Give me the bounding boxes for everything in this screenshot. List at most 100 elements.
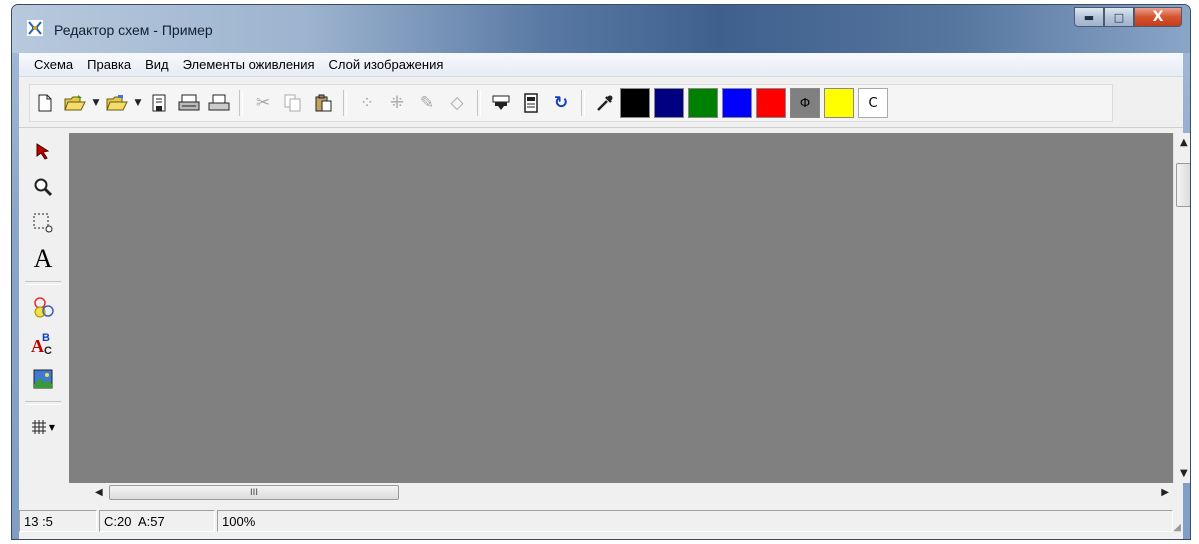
scroll-grip: III xyxy=(250,487,258,498)
format-painter-button[interactable]: ✎ xyxy=(412,89,442,117)
properties-button[interactable] xyxy=(486,89,516,117)
menu-view[interactable]: Вид xyxy=(138,57,176,72)
open-dropdown-button[interactable]: ▼ xyxy=(90,89,102,117)
save-icon xyxy=(152,94,166,112)
tools-separator xyxy=(25,281,61,285)
scroll-right-icon[interactable]: ▶ xyxy=(1161,487,1169,498)
paste-button[interactable] xyxy=(308,89,338,117)
menu-image-layer[interactable]: Слой изображения xyxy=(322,57,451,72)
open-file-button[interactable] xyxy=(60,89,90,117)
chevron-down-icon: ▼ xyxy=(92,98,100,108)
grid-tool[interactable]: ▼ xyxy=(24,409,62,445)
group-button[interactable]: ⁘ xyxy=(352,89,382,117)
text-style-tool[interactable]: ABC xyxy=(24,325,62,361)
toolbar-separator xyxy=(581,90,585,116)
title-bar[interactable]: Редактор схем - Пример ▬ □ X xyxy=(12,5,1190,53)
color-swatch-navy[interactable] xyxy=(654,88,684,118)
svg-text:C: C xyxy=(44,345,52,356)
ungroup-button[interactable]: ⁜ xyxy=(382,89,412,117)
toolbar-separator xyxy=(239,90,243,116)
save-button[interactable] xyxy=(144,89,174,117)
color-swatch-red[interactable] xyxy=(756,88,786,118)
eyedropper-button[interactable] xyxy=(590,89,620,117)
color-swatch-yellow[interactable] xyxy=(824,88,854,118)
select-tool[interactable] xyxy=(24,133,62,169)
open-folder-button[interactable] xyxy=(102,89,132,117)
vertical-scroll-thumb[interactable] xyxy=(1176,163,1190,207)
zoom-text: 100% xyxy=(222,513,256,529)
new-file-icon xyxy=(38,94,52,112)
image-tool[interactable] xyxy=(24,361,62,397)
cut-button[interactable]: ✂ xyxy=(248,89,278,117)
open-folder-icon xyxy=(64,95,86,111)
color-swatch-blue[interactable] xyxy=(722,88,752,118)
menu-bar: Схема Правка Вид Элементы оживления Слой… xyxy=(19,53,1183,77)
marquee-select-icon xyxy=(33,213,53,233)
brush-icon: ✎ xyxy=(419,93,435,113)
app-window: Редактор схем - Пример ▬ □ X Схема Правк… xyxy=(11,4,1191,540)
current-color-label: C xyxy=(868,95,878,111)
refresh-icon: ↻ xyxy=(553,93,569,113)
minimize-button[interactable]: ▬ xyxy=(1074,7,1104,27)
status-bar: 13 :5 C:20 A:57 100% ◢ xyxy=(19,507,1183,535)
document-button[interactable] xyxy=(516,89,546,117)
chevron-down-icon: ▼ xyxy=(134,98,142,108)
app-icon xyxy=(27,20,43,36)
toolbar-strip: ▼ ▼ ✂ ⁘ ⁜ ✎ ◇ ↻ Ф C xyxy=(29,84,1113,122)
folder-icon xyxy=(106,95,128,111)
region-select-tool[interactable] xyxy=(24,205,62,241)
status-coordinates: 13 :5 xyxy=(19,510,97,532)
shapes-tool[interactable] xyxy=(24,289,62,325)
chevron-down-icon: ▼ xyxy=(48,422,56,432)
menu-edit[interactable]: Правка xyxy=(80,57,138,72)
close-button[interactable]: X xyxy=(1134,7,1182,27)
copy-button[interactable] xyxy=(278,89,308,117)
printer-icon xyxy=(208,94,230,111)
menu-animation-elements[interactable]: Элементы оживления xyxy=(176,57,322,72)
resize-grip-icon[interactable]: ◢ xyxy=(1173,522,1181,533)
paste-icon xyxy=(315,94,332,112)
print-button[interactable] xyxy=(204,89,234,117)
maximize-button[interactable]: □ xyxy=(1104,7,1134,27)
client-area: Схема Правка Вид Элементы оживления Слой… xyxy=(19,53,1190,539)
layers-icon xyxy=(492,95,510,110)
status-zoom: 100% xyxy=(217,510,1173,532)
coordinates-text: 13 :5 xyxy=(24,513,53,529)
menu-scheme[interactable]: Схема xyxy=(27,57,80,72)
copy-icon xyxy=(284,94,301,112)
drawing-canvas[interactable] xyxy=(69,133,1173,483)
toolbar-separator xyxy=(477,90,481,116)
scissors-icon: ✂ xyxy=(255,93,271,113)
eraser-icon: ◇ xyxy=(450,93,464,113)
shapes-icon xyxy=(34,297,54,318)
new-file-button[interactable] xyxy=(30,89,60,117)
print-setup-button[interactable] xyxy=(174,89,204,117)
folder-dropdown-button[interactable]: ▼ xyxy=(132,89,144,117)
eraser-button[interactable]: ◇ xyxy=(442,89,472,117)
current-color-swatch[interactable]: C xyxy=(858,88,888,118)
horizontal-scrollbar[interactable]: ◀ III ▶ xyxy=(69,483,1173,503)
document-icon xyxy=(524,93,538,113)
background-color-swatch[interactable]: Ф xyxy=(790,88,820,118)
vertical-scrollbar[interactable]: ▲ ▼ xyxy=(1173,133,1190,483)
scroll-up-icon[interactable]: ▲ xyxy=(1180,137,1188,148)
scroll-left-icon[interactable]: ◀ xyxy=(95,487,103,498)
arrow-pointer-icon xyxy=(36,143,50,160)
magnifier-icon xyxy=(34,178,53,197)
color-swatch-black[interactable] xyxy=(620,88,650,118)
refresh-button[interactable]: ↻ xyxy=(546,89,576,117)
grid-icon xyxy=(31,420,46,434)
svg-text:B: B xyxy=(42,332,50,344)
window-title: Редактор схем - Пример xyxy=(54,22,213,38)
scroll-down-icon[interactable]: ▼ xyxy=(1180,468,1188,479)
counts-text: C:20 A:57 xyxy=(104,513,165,529)
status-counts: C:20 A:57 xyxy=(99,510,215,532)
tools-panel: A ABC ▼ xyxy=(21,133,65,497)
printer-setup-icon xyxy=(178,94,200,111)
gray-swatch-label: Ф xyxy=(799,96,811,110)
text-tool[interactable]: A xyxy=(24,241,62,277)
zoom-tool[interactable] xyxy=(24,169,62,205)
horizontal-scroll-thumb[interactable]: III xyxy=(109,485,399,500)
color-swatch-green[interactable] xyxy=(688,88,718,118)
toolbar-separator xyxy=(343,90,347,116)
